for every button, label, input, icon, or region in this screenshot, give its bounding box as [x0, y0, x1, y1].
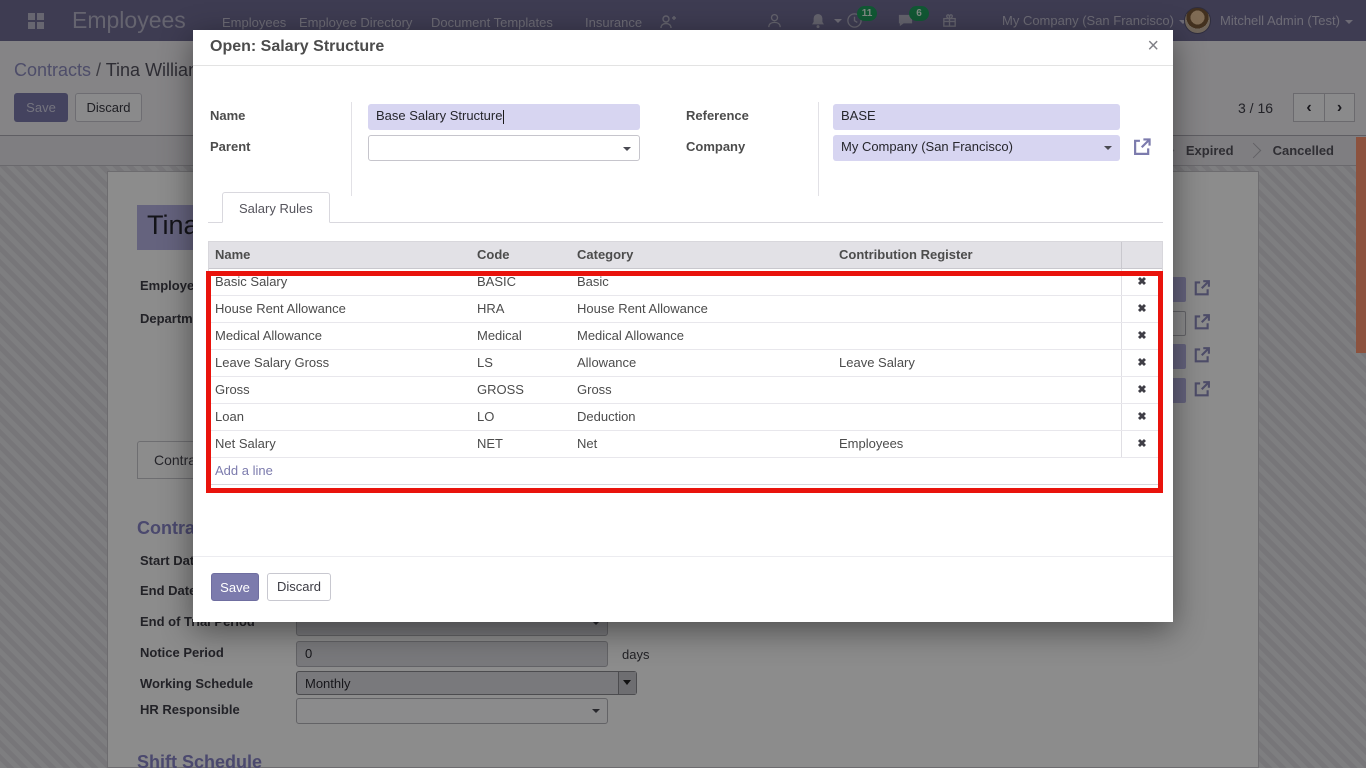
cell-name: Loan — [209, 404, 471, 430]
cell-code: LS — [471, 350, 571, 376]
column-separator — [351, 102, 352, 196]
column-header-category[interactable]: Category — [571, 242, 833, 268]
modal-save-button[interactable]: Save — [211, 573, 259, 601]
add-a-line-link[interactable]: Add a line — [209, 458, 1162, 484]
delete-row-icon[interactable]: ✖ — [1121, 296, 1162, 322]
cell-category: Allowance — [571, 350, 833, 376]
cell-category: Gross — [571, 377, 833, 403]
cell-code: HRA — [471, 296, 571, 322]
cell-name: Medical Allowance — [209, 323, 471, 349]
screen: Employees Employees Employee Directory D… — [0, 0, 1366, 768]
cell-name: Gross — [209, 377, 471, 403]
cell-name: Basic Salary — [209, 269, 471, 295]
name-value: Base Salary Structure — [376, 108, 502, 123]
delete-row-icon[interactable]: ✖ — [1121, 269, 1162, 295]
table-row[interactable]: Loan LO Deduction ✖ — [209, 404, 1162, 431]
cell-category: House Rent Allowance — [571, 296, 833, 322]
table-row[interactable]: Basic Salary BASIC Basic ✖ — [209, 269, 1162, 296]
cell-register — [833, 377, 1121, 403]
tab-underline — [208, 222, 1163, 223]
cell-name: House Rent Allowance — [209, 296, 471, 322]
table-row[interactable]: Gross GROSS Gross ✖ — [209, 377, 1162, 404]
parent-label: Parent — [210, 139, 250, 154]
chevron-down-icon — [1104, 146, 1112, 150]
column-header-register[interactable]: Contribution Register — [833, 242, 1121, 268]
salary-structure-dialog: Open: Salary Structure × Name Parent Bas… — [193, 30, 1173, 622]
chevron-down-icon — [623, 147, 631, 151]
cell-name: Leave Salary Gross — [209, 350, 471, 376]
column-header-delete — [1121, 242, 1162, 268]
reference-label: Reference — [686, 108, 749, 123]
reference-input[interactable]: BASE — [833, 104, 1120, 130]
cell-code: Medical — [471, 323, 571, 349]
close-icon[interactable]: × — [1147, 35, 1159, 58]
tab-salary-rules[interactable]: Salary Rules — [222, 192, 330, 223]
company-label: Company — [686, 139, 745, 154]
footer-divider — [193, 556, 1173, 557]
column-separator — [818, 102, 819, 196]
company-value: My Company (San Francisco) — [841, 139, 1013, 154]
dialog-title: Open: Salary Structure — [210, 38, 384, 56]
cell-category: Deduction — [571, 404, 833, 430]
table-row[interactable]: House Rent Allowance HRA House Rent Allo… — [209, 296, 1162, 323]
name-label: Name — [210, 108, 245, 123]
cell-register — [833, 323, 1121, 349]
salary-rules-table: Name Code Category Contribution Register… — [208, 241, 1163, 485]
cell-register — [833, 404, 1121, 430]
name-input[interactable]: Base Salary Structure — [368, 104, 640, 130]
table-header-row: Name Code Category Contribution Register — [209, 242, 1162, 269]
parent-dropdown[interactable] — [368, 135, 640, 161]
column-header-code[interactable]: Code — [471, 242, 571, 268]
cell-name: Net Salary — [209, 431, 471, 457]
cell-code: BASIC — [471, 269, 571, 295]
cell-category: Basic — [571, 269, 833, 295]
text-cursor — [503, 110, 504, 124]
delete-row-icon[interactable]: ✖ — [1121, 350, 1162, 376]
cell-register — [833, 269, 1121, 295]
cell-register: Leave Salary — [833, 350, 1121, 376]
cell-code: NET — [471, 431, 571, 457]
modal-discard-button[interactable]: Discard — [267, 573, 331, 601]
table-row[interactable]: Medical Allowance Medical Medical Allowa… — [209, 323, 1162, 350]
cell-register: Employees — [833, 431, 1121, 457]
delete-row-icon[interactable]: ✖ — [1121, 431, 1162, 457]
reference-value: BASE — [841, 108, 876, 123]
external-link-icon[interactable] — [1131, 136, 1153, 158]
dialog-header: Open: Salary Structure × — [193, 30, 1173, 66]
delete-row-icon[interactable]: ✖ — [1121, 377, 1162, 403]
cell-code: LO — [471, 404, 571, 430]
table-row[interactable]: Leave Salary Gross LS Allowance Leave Sa… — [209, 350, 1162, 377]
cell-category: Net — [571, 431, 833, 457]
delete-row-icon[interactable]: ✖ — [1121, 323, 1162, 349]
column-header-name[interactable]: Name — [209, 242, 471, 268]
cell-code: GROSS — [471, 377, 571, 403]
table-row[interactable]: Net Salary NET Net Employees ✖ — [209, 431, 1162, 458]
cell-register — [833, 296, 1121, 322]
delete-row-icon[interactable]: ✖ — [1121, 404, 1162, 430]
company-dropdown[interactable]: My Company (San Francisco) — [833, 135, 1120, 161]
cell-category: Medical Allowance — [571, 323, 833, 349]
